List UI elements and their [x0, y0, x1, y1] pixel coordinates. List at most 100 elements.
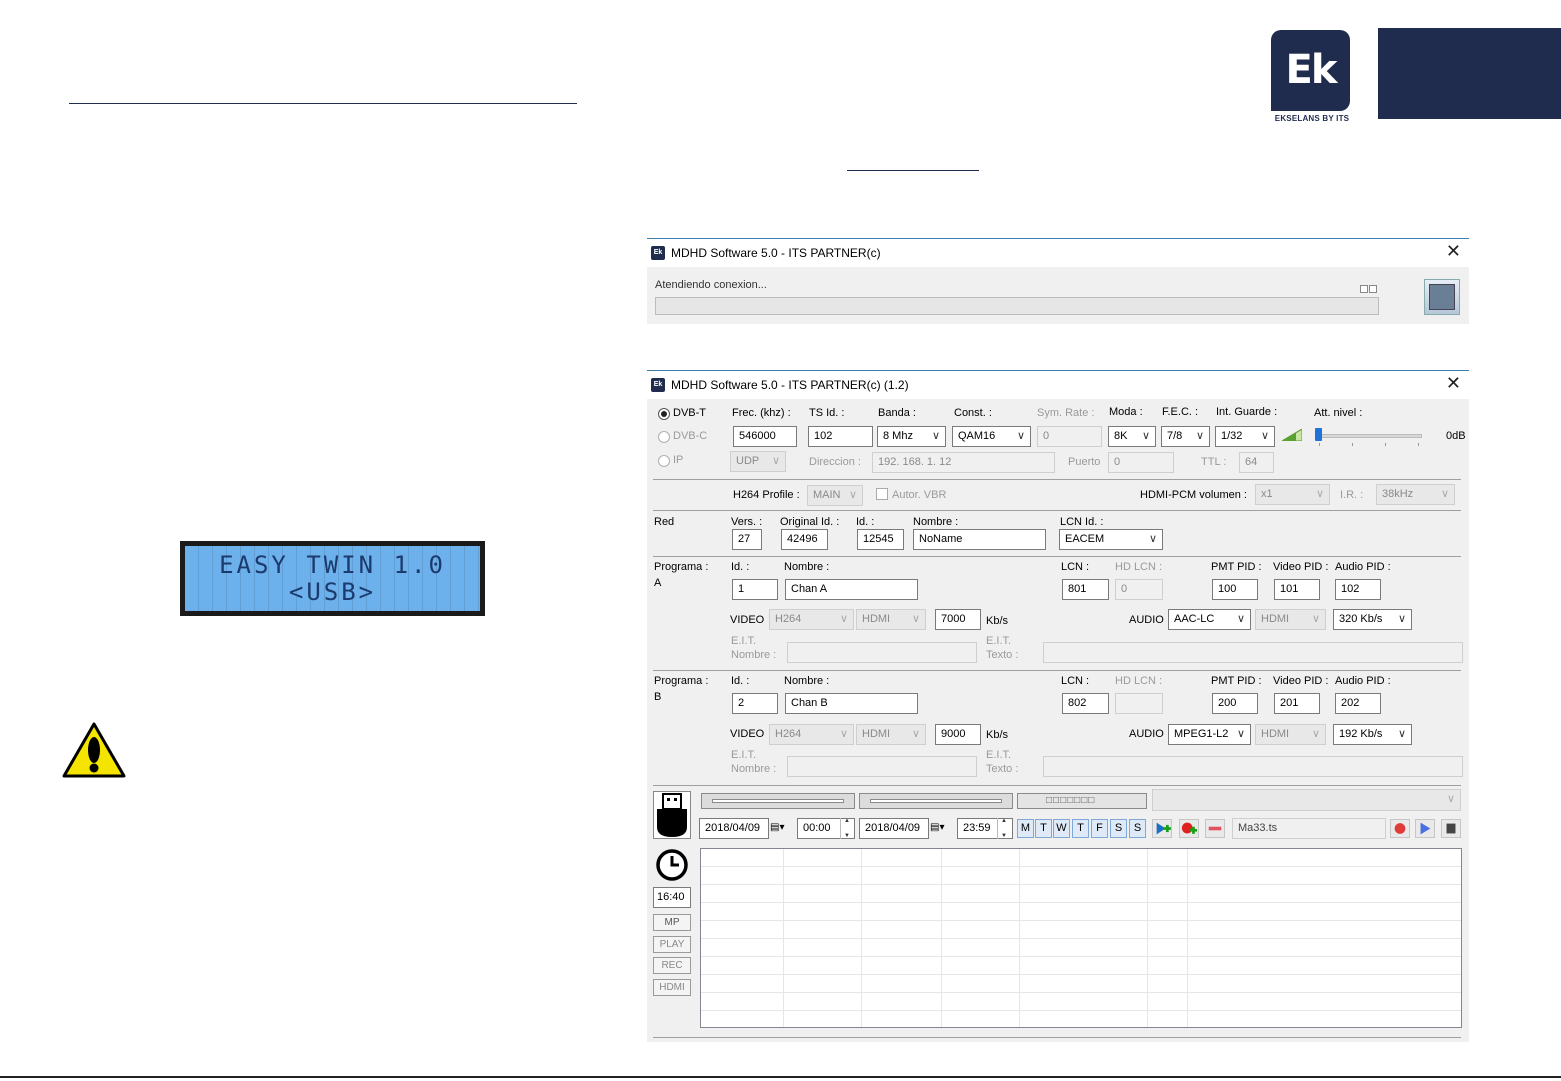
calendar-icon[interactable]: ▤▾: [770, 822, 784, 833]
program-b-hdlcn-input[interactable]: [1115, 693, 1163, 714]
program-a-audio-pid-input[interactable]: 102: [1335, 579, 1381, 600]
hdmi-button[interactable]: HDMI: [653, 979, 691, 996]
end-time-spinner[interactable]: [997, 818, 1011, 839]
start-time-spinner[interactable]: [840, 818, 854, 839]
program-a-video-source-select[interactable]: HDMI: [856, 609, 926, 630]
original-id-input[interactable]: 42496: [781, 529, 828, 550]
program-a-pmt-input[interactable]: 100: [1212, 579, 1258, 600]
program-b-video-pid-input[interactable]: 201: [1274, 693, 1320, 714]
day-tue-button[interactable]: T: [1035, 819, 1052, 838]
net-id-input[interactable]: 12545: [857, 529, 904, 550]
tsid-label: TS Id. :: [809, 407, 845, 419]
close-icon[interactable]: ✕: [1446, 242, 1461, 262]
program-a-audio-source-select[interactable]: HDMI: [1255, 609, 1326, 630]
program-b-audio-source-select[interactable]: HDMI: [1255, 724, 1326, 745]
program-b-eit-name-input[interactable]: [787, 756, 977, 777]
const-select[interactable]: QAM16: [952, 426, 1031, 447]
record-icon[interactable]: [1390, 819, 1410, 838]
program-b-id-input[interactable]: 2: [732, 693, 778, 714]
radio-dvbc[interactable]: [658, 431, 670, 443]
program-b-name-input[interactable]: Chan B: [785, 693, 918, 714]
program-a-hdlcn-input[interactable]: 0: [1115, 579, 1163, 600]
start-scrub-bar[interactable]: [701, 793, 855, 809]
att-value: 0dB: [1446, 430, 1466, 442]
program-a-lcn-input[interactable]: 801: [1062, 579, 1109, 600]
vers-input[interactable]: 27: [732, 529, 762, 550]
program-a-video-rate-input[interactable]: 7000: [935, 609, 981, 630]
calendar-icon[interactable]: ▤▾: [930, 822, 944, 833]
program-b-audio-rate-select[interactable]: 192 Kb/s: [1333, 724, 1412, 745]
direccion-label: Direccion :: [809, 456, 861, 468]
remove-icon[interactable]: [1205, 819, 1225, 838]
program-a-audio-codec-select[interactable]: AAC-LC: [1168, 609, 1251, 630]
play-button[interactable]: PLAY: [653, 936, 691, 953]
att-slider-track[interactable]: [1315, 434, 1422, 438]
program-b-audio-codec-select[interactable]: MPEG1-L2: [1168, 724, 1251, 745]
program-a-eit-name-input[interactable]: [787, 642, 977, 663]
program-a-video-codec-select[interactable]: H264: [769, 609, 854, 630]
program-a-eit-text-input[interactable]: [1043, 642, 1463, 663]
add-schedule-icon[interactable]: [1152, 819, 1172, 838]
att-slider-thumb[interactable]: [1315, 428, 1322, 441]
ir-select[interactable]: 38kHz: [1376, 484, 1455, 505]
h264-profile-select[interactable]: MAIN: [807, 485, 863, 506]
recording-source-select[interactable]: [1152, 789, 1461, 811]
day-mon-button[interactable]: M: [1017, 819, 1034, 838]
rec-button[interactable]: REC: [653, 957, 691, 974]
filename-input[interactable]: Ma33.ts: [1232, 818, 1386, 839]
program-b-video-rate-input[interactable]: 9000: [935, 724, 981, 745]
radio-ip[interactable]: [658, 455, 670, 467]
program-a-id-input[interactable]: 1: [732, 579, 778, 600]
clock-readout: 16:40: [653, 887, 691, 908]
start-date-input[interactable]: 2018/04/09: [699, 818, 769, 839]
hdmi-volume-label: HDMI-PCM volumen :: [1140, 489, 1247, 501]
guard-label: Int. Guarde :: [1216, 406, 1278, 418]
program-b-pmt-input[interactable]: 200: [1212, 693, 1258, 714]
symrate-input[interactable]: 0: [1037, 426, 1102, 447]
program-b-eit-text-input[interactable]: [1043, 756, 1463, 777]
freq-input[interactable]: 546000: [733, 426, 797, 447]
end-scrub-bar[interactable]: [859, 793, 1013, 809]
tsid-input[interactable]: 102: [808, 426, 873, 447]
connection-progress-bar: [655, 297, 1379, 315]
fec-label: F.E.C. :: [1162, 406, 1199, 418]
day-sun-button[interactable]: S: [1129, 819, 1146, 838]
puerto-input[interactable]: 0: [1108, 452, 1174, 473]
lcn-id-select[interactable]: EACEM: [1059, 529, 1163, 550]
day-sat-button[interactable]: S: [1110, 819, 1127, 838]
day-fri-button[interactable]: F: [1091, 819, 1108, 838]
close-icon[interactable]: ✕: [1446, 374, 1461, 394]
add-record-icon[interactable]: [1179, 819, 1199, 838]
program-b-lcn-input[interactable]: 802: [1062, 693, 1109, 714]
fec-select[interactable]: 7/8: [1161, 426, 1210, 447]
guard-select[interactable]: 1/32: [1215, 426, 1275, 447]
mp-button[interactable]: MP: [653, 914, 691, 931]
day-wed-button[interactable]: W: [1053, 819, 1070, 838]
ttl-input[interactable]: 64: [1239, 452, 1274, 473]
net-name-input[interactable]: NoName: [913, 529, 1046, 550]
lcd-line-1: EASY TWIN 1.0: [219, 550, 446, 579]
program-a-video-pid-input[interactable]: 101: [1274, 579, 1320, 600]
end-date-input[interactable]: 2018/04/09: [859, 818, 929, 839]
main-config-dialog: Ek MDHD Software 5.0 - ITS PARTNER(c) (1…: [647, 370, 1469, 1042]
program-a-name-input[interactable]: Chan A: [785, 579, 918, 600]
program-a-audio-rate-select[interactable]: 320 Kb/s: [1333, 609, 1412, 630]
protocol-select[interactable]: UDP: [730, 451, 786, 472]
moda-select[interactable]: 8K: [1108, 426, 1156, 447]
direccion-input[interactable]: 192. 168. 1. 12: [872, 452, 1055, 473]
radio-ip-label: IP: [673, 454, 684, 466]
banda-select[interactable]: 8 Mhz: [877, 426, 946, 447]
schedule-table[interactable]: [700, 848, 1462, 1028]
monitor-icon[interactable]: [1424, 279, 1460, 315]
program-b-video-codec-select[interactable]: H264: [769, 724, 854, 745]
banda-label: Banda :: [878, 407, 916, 419]
usb-drive-icon[interactable]: [653, 791, 691, 839]
stop-icon[interactable]: [1441, 819, 1461, 838]
day-thu-button[interactable]: T: [1072, 819, 1089, 838]
autor-vbr-checkbox[interactable]: [876, 488, 888, 500]
radio-dvbt[interactable]: [658, 408, 670, 420]
program-b-video-source-select[interactable]: HDMI: [856, 724, 926, 745]
play-icon[interactable]: [1415, 819, 1435, 838]
hdmi-volume-select[interactable]: x1: [1255, 484, 1330, 505]
program-b-audio-pid-input[interactable]: 202: [1335, 693, 1381, 714]
